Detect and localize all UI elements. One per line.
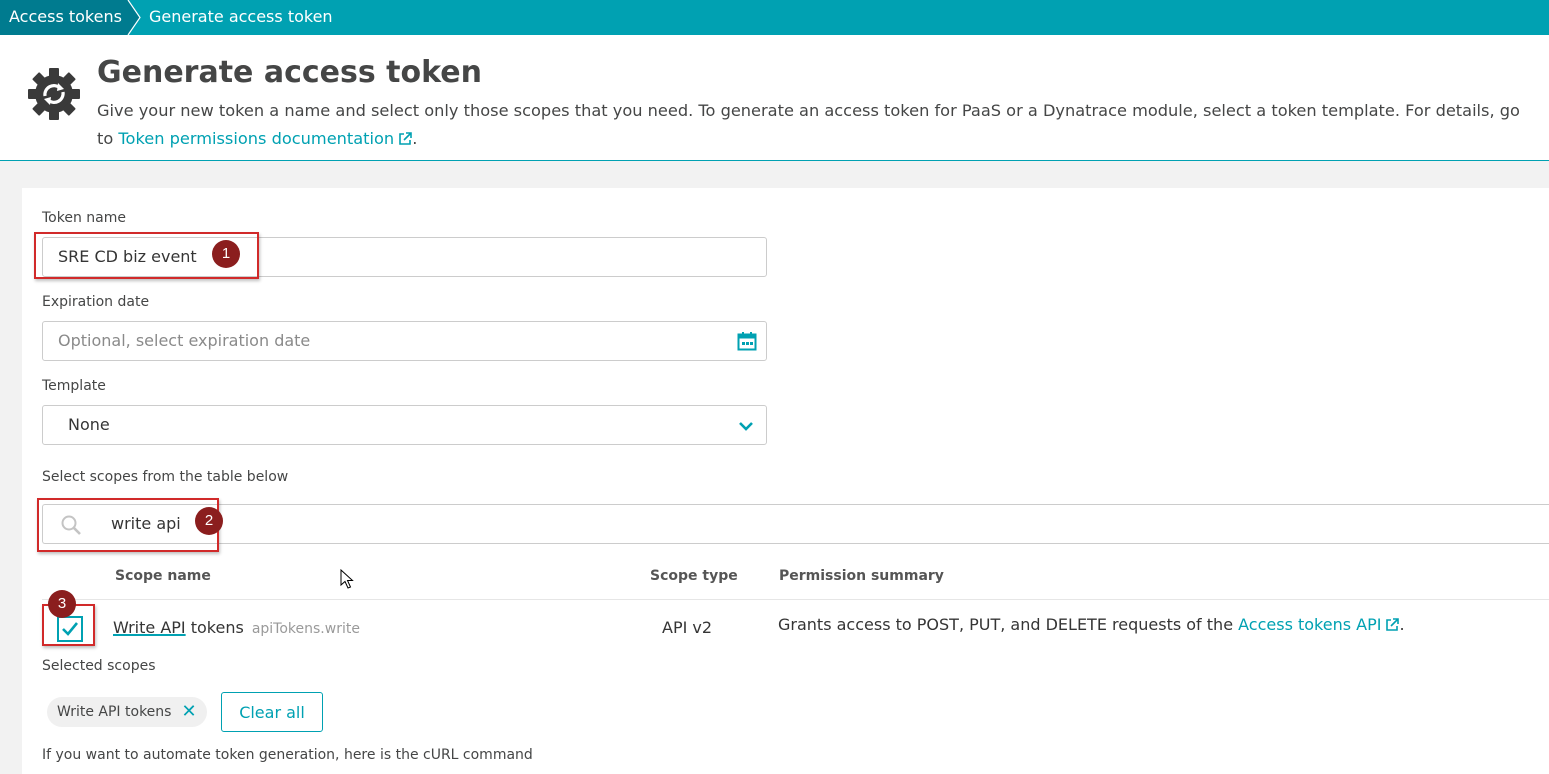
permission-summary-end: . <box>1399 615 1405 634</box>
annotation-badge-2: 2 <box>195 507 223 535</box>
external-link-icon <box>399 132 412 145</box>
token-name-label: Token name <box>42 210 126 226</box>
curl-hint-text: If you want to automate token generation… <box>42 747 533 763</box>
expiration-date-input[interactable]: Optional, select expiration date <box>42 321 767 361</box>
chevron-down-icon[interactable] <box>738 418 754 434</box>
breadcrumb: Access tokens Generate access token <box>0 0 1549 35</box>
breadcrumb-label[interactable]: Access tokens <box>9 7 122 26</box>
scope-id: apiTokens.write <box>251 621 360 637</box>
expiration-date-placeholder[interactable]: Optional, select expiration date <box>58 331 310 350</box>
scope-search-input[interactable]: write api <box>42 504 1549 544</box>
column-header-permission-summary: Permission summary <box>779 568 944 584</box>
remove-chip-icon[interactable]: ✕ <box>181 703 196 721</box>
column-header-scope-name: Scope name <box>115 568 211 584</box>
selected-scopes-label: Selected scopes <box>42 658 156 674</box>
mouse-pointer-icon <box>340 569 354 589</box>
breadcrumb-item-access-tokens[interactable]: Access tokens <box>0 0 140 35</box>
page-title: Generate access token <box>97 55 482 90</box>
external-link-icon <box>1386 618 1400 631</box>
calendar-icon[interactable] <box>737 331 757 351</box>
clear-all-button[interactable]: Clear all <box>221 692 323 732</box>
permission-summary-cell: Grants access to POST, PUT, and DELETE r… <box>778 615 1405 634</box>
breadcrumb-label: Generate access token <box>149 7 333 26</box>
annotation-box-2 <box>37 498 219 552</box>
breadcrumb-separator-icon <box>127 0 141 35</box>
template-select[interactable]: None <box>42 405 767 445</box>
template-label: Template <box>42 378 106 394</box>
permission-summary-text: Grants access to POST, PUT, and DELETE r… <box>778 615 1239 634</box>
description-end: . <box>412 129 418 148</box>
selected-scope-chip: Write API tokens ✕ <box>47 697 207 727</box>
scope-name-rest: tokens <box>185 618 244 637</box>
scope-type-cell: API v2 <box>662 618 713 637</box>
table-row: Write API tokens apiTokens.write <box>113 618 360 637</box>
expiration-date-label: Expiration date <box>42 294 150 310</box>
template-selected-value[interactable]: None <box>68 415 110 434</box>
scopes-label: Select scopes from the table below <box>42 469 289 485</box>
access-tokens-api-link[interactable]: Access tokens API <box>1238 615 1381 634</box>
annotation-badge-3: 3 <box>48 590 76 618</box>
token-permissions-docs-link[interactable]: Token permissions documentation <box>118 129 394 148</box>
scope-name-match: Write API <box>113 618 186 637</box>
page-description: Give your new token a name and select on… <box>97 97 1537 153</box>
settings-sync-icon <box>28 68 80 120</box>
column-header-scope-type: Scope type <box>650 568 738 584</box>
annotation-badge-1: 1 <box>212 240 240 268</box>
table-header-divider <box>42 599 1549 600</box>
chip-label: Write API tokens <box>57 704 172 720</box>
